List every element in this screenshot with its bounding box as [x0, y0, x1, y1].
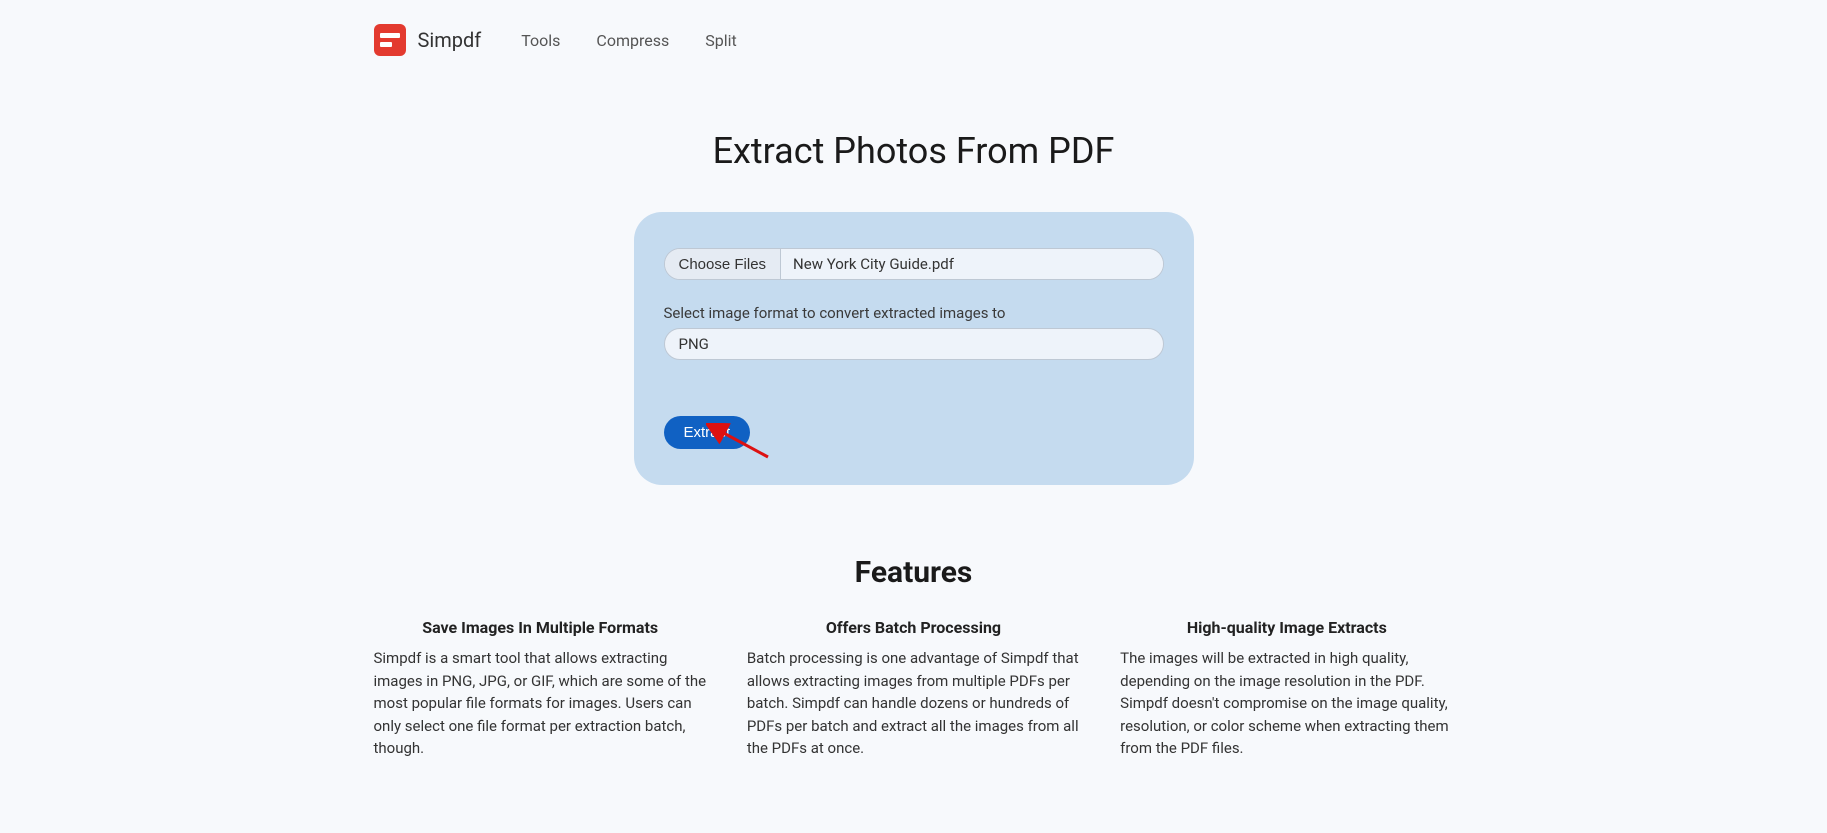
- feature-item: Save Images In Multiple Formats Simpdf i…: [374, 618, 707, 760]
- nav-item-tools[interactable]: Tools: [521, 31, 560, 50]
- extract-button[interactable]: Extract: [664, 416, 751, 449]
- feature-title: High-quality Image Extracts: [1120, 618, 1453, 637]
- page-title: Extract Photos From PDF: [374, 130, 1454, 172]
- nav-item-split[interactable]: Split: [705, 31, 737, 50]
- logo[interactable]: Simpdf: [374, 24, 482, 56]
- brand-name: Simpdf: [418, 28, 482, 52]
- feature-item: Offers Batch Processing Batch processing…: [747, 618, 1080, 760]
- feature-item: High-quality Image Extracts The images w…: [1120, 618, 1453, 760]
- nav: Tools Compress Split: [521, 31, 737, 50]
- header: Simpdf Tools Compress Split: [374, 0, 1454, 80]
- logo-icon: [374, 24, 406, 56]
- features-grid: Save Images In Multiple Formats Simpdf i…: [374, 618, 1454, 760]
- upload-card: Choose Files New York City Guide.pdf Sel…: [634, 212, 1194, 485]
- selected-file-name: New York City Guide.pdf: [781, 249, 1162, 279]
- feature-desc: Simpdf is a smart tool that allows extra…: [374, 647, 707, 760]
- feature-title: Offers Batch Processing: [747, 618, 1080, 637]
- features-heading: Features: [374, 555, 1454, 590]
- nav-item-compress[interactable]: Compress: [596, 31, 669, 50]
- feature-desc: Batch processing is one advantage of Sim…: [747, 647, 1080, 760]
- page-container: Simpdf Tools Compress Split Extract Phot…: [354, 0, 1474, 760]
- choose-files-button[interactable]: Choose Files: [665, 249, 782, 279]
- file-input-row: Choose Files New York City Guide.pdf: [664, 248, 1164, 280]
- format-label: Select image format to convert extracted…: [664, 304, 1164, 322]
- format-select-value: PNG: [679, 335, 709, 353]
- feature-title: Save Images In Multiple Formats: [374, 618, 707, 637]
- feature-desc: The images will be extracted in high qua…: [1120, 647, 1453, 760]
- format-select[interactable]: PNG: [664, 328, 1164, 360]
